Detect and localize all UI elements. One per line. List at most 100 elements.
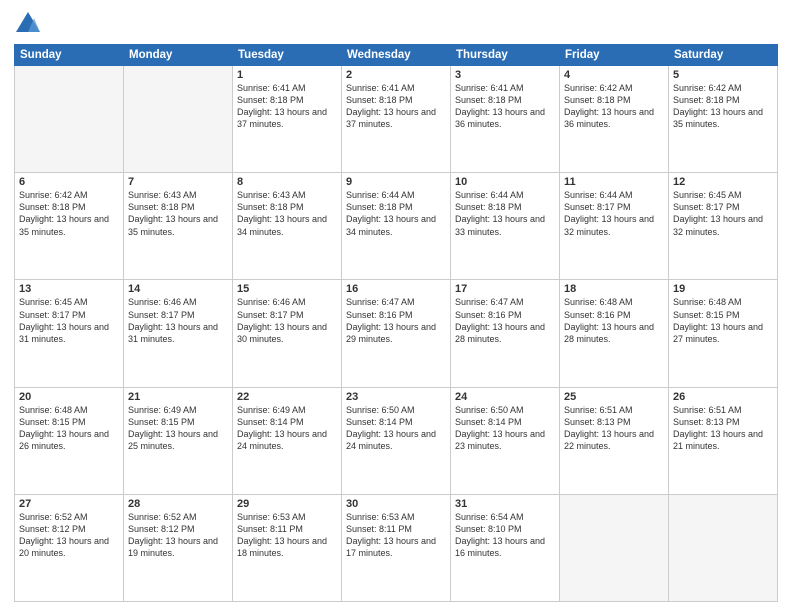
- day-info: Sunrise: 6:53 AM Sunset: 8:11 PM Dayligh…: [237, 511, 337, 560]
- day-number: 24: [455, 391, 555, 403]
- day-number: 21: [128, 391, 228, 403]
- day-info: Sunrise: 6:41 AM Sunset: 8:18 PM Dayligh…: [455, 82, 555, 131]
- day-number: 15: [237, 283, 337, 295]
- weekday-header-row: SundayMondayTuesdayWednesdayThursdayFrid…: [15, 45, 778, 66]
- weekday-header-thursday: Thursday: [451, 45, 560, 66]
- day-info: Sunrise: 6:50 AM Sunset: 8:14 PM Dayligh…: [346, 404, 446, 453]
- day-cell: 12Sunrise: 6:45 AM Sunset: 8:17 PM Dayli…: [669, 173, 778, 280]
- day-cell: 4Sunrise: 6:42 AM Sunset: 8:18 PM Daylig…: [560, 66, 669, 173]
- day-number: 4: [564, 69, 664, 81]
- day-number: 27: [19, 498, 119, 510]
- day-cell: 20Sunrise: 6:48 AM Sunset: 8:15 PM Dayli…: [15, 387, 124, 494]
- day-cell: 13Sunrise: 6:45 AM Sunset: 8:17 PM Dayli…: [15, 280, 124, 387]
- day-info: Sunrise: 6:47 AM Sunset: 8:16 PM Dayligh…: [455, 296, 555, 345]
- day-info: Sunrise: 6:42 AM Sunset: 8:18 PM Dayligh…: [564, 82, 664, 131]
- week-row-5: 27Sunrise: 6:52 AM Sunset: 8:12 PM Dayli…: [15, 494, 778, 601]
- day-cell: 11Sunrise: 6:44 AM Sunset: 8:17 PM Dayli…: [560, 173, 669, 280]
- day-info: Sunrise: 6:42 AM Sunset: 8:18 PM Dayligh…: [673, 82, 773, 131]
- day-cell: [124, 66, 233, 173]
- header: [14, 10, 778, 38]
- day-number: 9: [346, 176, 446, 188]
- day-cell: [560, 494, 669, 601]
- day-info: Sunrise: 6:52 AM Sunset: 8:12 PM Dayligh…: [128, 511, 228, 560]
- weekday-header-sunday: Sunday: [15, 45, 124, 66]
- day-cell: 7Sunrise: 6:43 AM Sunset: 8:18 PM Daylig…: [124, 173, 233, 280]
- day-cell: 30Sunrise: 6:53 AM Sunset: 8:11 PM Dayli…: [342, 494, 451, 601]
- week-row-2: 6Sunrise: 6:42 AM Sunset: 8:18 PM Daylig…: [15, 173, 778, 280]
- day-number: 7: [128, 176, 228, 188]
- day-info: Sunrise: 6:48 AM Sunset: 8:15 PM Dayligh…: [673, 296, 773, 345]
- day-info: Sunrise: 6:49 AM Sunset: 8:15 PM Dayligh…: [128, 404, 228, 453]
- day-number: 30: [346, 498, 446, 510]
- day-number: 29: [237, 498, 337, 510]
- day-info: Sunrise: 6:44 AM Sunset: 8:17 PM Dayligh…: [564, 189, 664, 238]
- day-info: Sunrise: 6:47 AM Sunset: 8:16 PM Dayligh…: [346, 296, 446, 345]
- day-info: Sunrise: 6:41 AM Sunset: 8:18 PM Dayligh…: [237, 82, 337, 131]
- day-number: 26: [673, 391, 773, 403]
- day-number: 18: [564, 283, 664, 295]
- day-number: 28: [128, 498, 228, 510]
- weekday-header-monday: Monday: [124, 45, 233, 66]
- weekday-header-friday: Friday: [560, 45, 669, 66]
- day-info: Sunrise: 6:52 AM Sunset: 8:12 PM Dayligh…: [19, 511, 119, 560]
- day-cell: 10Sunrise: 6:44 AM Sunset: 8:18 PM Dayli…: [451, 173, 560, 280]
- day-cell: 18Sunrise: 6:48 AM Sunset: 8:16 PM Dayli…: [560, 280, 669, 387]
- day-cell: 29Sunrise: 6:53 AM Sunset: 8:11 PM Dayli…: [233, 494, 342, 601]
- day-info: Sunrise: 6:46 AM Sunset: 8:17 PM Dayligh…: [237, 296, 337, 345]
- day-number: 2: [346, 69, 446, 81]
- day-cell: 16Sunrise: 6:47 AM Sunset: 8:16 PM Dayli…: [342, 280, 451, 387]
- day-cell: 22Sunrise: 6:49 AM Sunset: 8:14 PM Dayli…: [233, 387, 342, 494]
- weekday-header-saturday: Saturday: [669, 45, 778, 66]
- day-info: Sunrise: 6:45 AM Sunset: 8:17 PM Dayligh…: [19, 296, 119, 345]
- day-cell: 24Sunrise: 6:50 AM Sunset: 8:14 PM Dayli…: [451, 387, 560, 494]
- page: SundayMondayTuesdayWednesdayThursdayFrid…: [0, 0, 792, 612]
- day-info: Sunrise: 6:48 AM Sunset: 8:15 PM Dayligh…: [19, 404, 119, 453]
- day-cell: 25Sunrise: 6:51 AM Sunset: 8:13 PM Dayli…: [560, 387, 669, 494]
- day-info: Sunrise: 6:53 AM Sunset: 8:11 PM Dayligh…: [346, 511, 446, 560]
- logo: [14, 10, 46, 38]
- day-info: Sunrise: 6:44 AM Sunset: 8:18 PM Dayligh…: [455, 189, 555, 238]
- day-number: 14: [128, 283, 228, 295]
- day-number: 22: [237, 391, 337, 403]
- day-info: Sunrise: 6:51 AM Sunset: 8:13 PM Dayligh…: [673, 404, 773, 453]
- day-info: Sunrise: 6:43 AM Sunset: 8:18 PM Dayligh…: [128, 189, 228, 238]
- day-cell: 19Sunrise: 6:48 AM Sunset: 8:15 PM Dayli…: [669, 280, 778, 387]
- day-number: 19: [673, 283, 773, 295]
- day-info: Sunrise: 6:48 AM Sunset: 8:16 PM Dayligh…: [564, 296, 664, 345]
- day-number: 23: [346, 391, 446, 403]
- week-row-4: 20Sunrise: 6:48 AM Sunset: 8:15 PM Dayli…: [15, 387, 778, 494]
- day-number: 6: [19, 176, 119, 188]
- calendar-table: SundayMondayTuesdayWednesdayThursdayFrid…: [14, 44, 778, 602]
- day-cell: 5Sunrise: 6:42 AM Sunset: 8:18 PM Daylig…: [669, 66, 778, 173]
- day-cell: 17Sunrise: 6:47 AM Sunset: 8:16 PM Dayli…: [451, 280, 560, 387]
- week-row-1: 1Sunrise: 6:41 AM Sunset: 8:18 PM Daylig…: [15, 66, 778, 173]
- day-cell: [669, 494, 778, 601]
- day-cell: 23Sunrise: 6:50 AM Sunset: 8:14 PM Dayli…: [342, 387, 451, 494]
- day-cell: 14Sunrise: 6:46 AM Sunset: 8:17 PM Dayli…: [124, 280, 233, 387]
- day-info: Sunrise: 6:46 AM Sunset: 8:17 PM Dayligh…: [128, 296, 228, 345]
- day-number: 5: [673, 69, 773, 81]
- day-cell: 27Sunrise: 6:52 AM Sunset: 8:12 PM Dayli…: [15, 494, 124, 601]
- day-info: Sunrise: 6:43 AM Sunset: 8:18 PM Dayligh…: [237, 189, 337, 238]
- day-cell: 2Sunrise: 6:41 AM Sunset: 8:18 PM Daylig…: [342, 66, 451, 173]
- day-number: 16: [346, 283, 446, 295]
- day-cell: [15, 66, 124, 173]
- day-info: Sunrise: 6:51 AM Sunset: 8:13 PM Dayligh…: [564, 404, 664, 453]
- day-number: 20: [19, 391, 119, 403]
- day-cell: 9Sunrise: 6:44 AM Sunset: 8:18 PM Daylig…: [342, 173, 451, 280]
- day-number: 25: [564, 391, 664, 403]
- day-info: Sunrise: 6:50 AM Sunset: 8:14 PM Dayligh…: [455, 404, 555, 453]
- day-cell: 28Sunrise: 6:52 AM Sunset: 8:12 PM Dayli…: [124, 494, 233, 601]
- day-cell: 15Sunrise: 6:46 AM Sunset: 8:17 PM Dayli…: [233, 280, 342, 387]
- day-info: Sunrise: 6:54 AM Sunset: 8:10 PM Dayligh…: [455, 511, 555, 560]
- logo-icon: [14, 10, 42, 38]
- day-cell: 3Sunrise: 6:41 AM Sunset: 8:18 PM Daylig…: [451, 66, 560, 173]
- day-number: 31: [455, 498, 555, 510]
- day-cell: 26Sunrise: 6:51 AM Sunset: 8:13 PM Dayli…: [669, 387, 778, 494]
- week-row-3: 13Sunrise: 6:45 AM Sunset: 8:17 PM Dayli…: [15, 280, 778, 387]
- day-cell: 21Sunrise: 6:49 AM Sunset: 8:15 PM Dayli…: [124, 387, 233, 494]
- day-number: 11: [564, 176, 664, 188]
- day-number: 8: [237, 176, 337, 188]
- day-info: Sunrise: 6:41 AM Sunset: 8:18 PM Dayligh…: [346, 82, 446, 131]
- day-info: Sunrise: 6:42 AM Sunset: 8:18 PM Dayligh…: [19, 189, 119, 238]
